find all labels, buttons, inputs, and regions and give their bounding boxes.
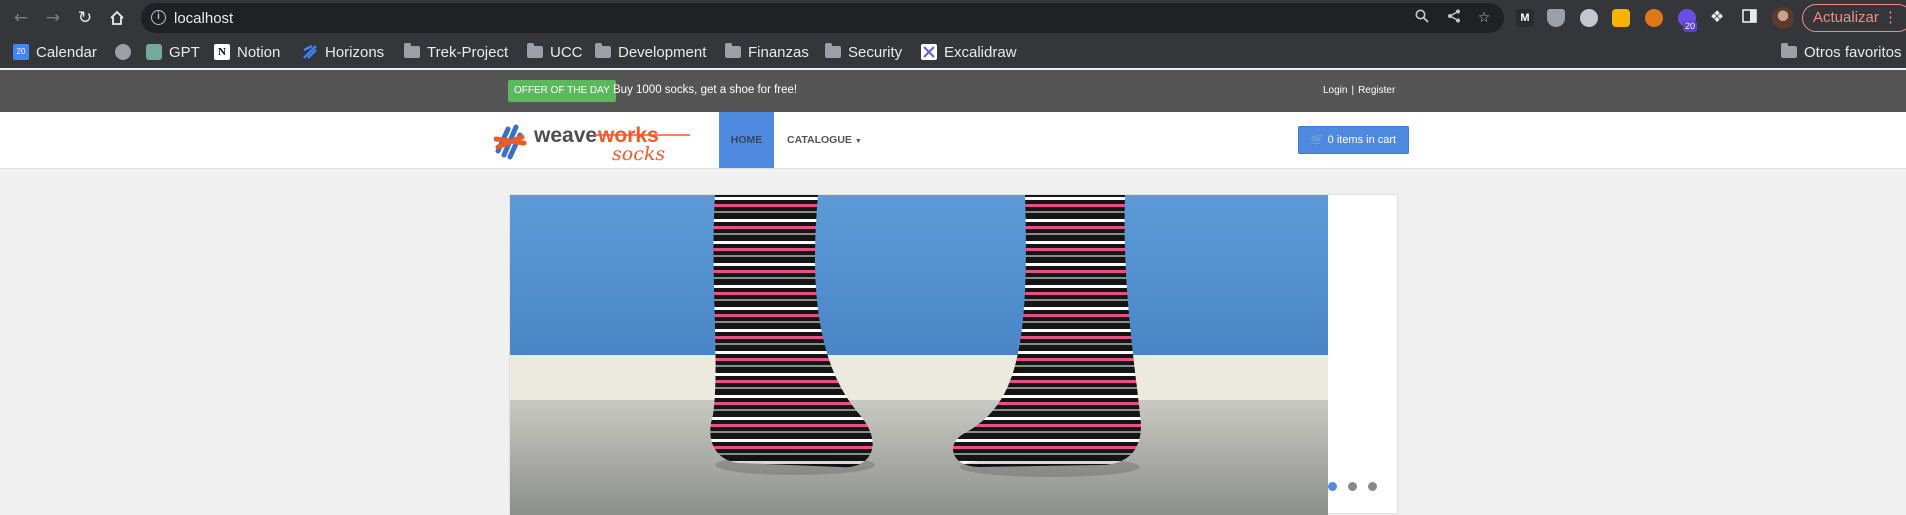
share-icon[interactable] bbox=[1445, 9, 1463, 27]
auth-separator: | bbox=[1351, 85, 1355, 96]
notion-icon: N bbox=[214, 44, 230, 60]
notes-icon[interactable] bbox=[1612, 9, 1630, 27]
address-bar[interactable]: i localhost ☆ bbox=[141, 3, 1504, 33]
cart-button[interactable]: 🛒 0 items in cart bbox=[1298, 126, 1409, 154]
folder-icon bbox=[725, 43, 741, 58]
offer-badge: OFFER OF THE DAY bbox=[508, 80, 616, 102]
bookmark-label: Calendar bbox=[36, 43, 97, 61]
browser-toolbar: ← → ↻ i localhost ☆ M 20 ❖ Actualizar ⋮ bbox=[0, 0, 1906, 36]
bookmark-label: Security bbox=[848, 43, 903, 61]
weaveworks-socks-logo[interactable]: weave works socks bbox=[493, 117, 694, 165]
update-label: Actualizar bbox=[1813, 9, 1879, 26]
mendeley-icon[interactable]: M bbox=[1516, 9, 1534, 27]
owl-icon[interactable] bbox=[1580, 9, 1598, 27]
weaveworks-mark-icon bbox=[493, 124, 527, 160]
site-info-icon[interactable]: i bbox=[151, 10, 166, 25]
bookmark-folder-finanzas[interactable]: Finanzas bbox=[725, 36, 809, 68]
bookmark-label: GPT bbox=[169, 43, 200, 61]
home-icon[interactable] bbox=[105, 6, 129, 30]
bookmark-label: Finanzas bbox=[748, 43, 809, 61]
carousel-dot-1[interactable] bbox=[1328, 482, 1337, 491]
bookmark-label: Excalidraw bbox=[944, 43, 1017, 61]
bookmark-other-favorites[interactable]: Otros favoritos bbox=[1781, 36, 1902, 68]
bookmark-label: UCC bbox=[550, 43, 583, 61]
folder-icon bbox=[825, 43, 841, 58]
bookmark-label: Otros favoritos bbox=[1804, 43, 1902, 61]
socks-hero-image bbox=[510, 195, 1328, 515]
bookmark-gpt[interactable]: GPT bbox=[146, 36, 200, 68]
globe-icon bbox=[115, 44, 131, 60]
bookmark-folder-trek[interactable]: Trek-Project bbox=[404, 36, 508, 68]
bookmark-notion[interactable]: N Notion bbox=[214, 36, 280, 68]
bookmarks-bar: 20 Calendar GPT N Notion Horizons Trek-P… bbox=[0, 36, 1906, 68]
bookmark-calendar[interactable]: 20 Calendar bbox=[13, 36, 97, 68]
bookmark-excalidraw[interactable]: Excalidraw bbox=[921, 36, 1017, 68]
cart-label: 0 items in cart bbox=[1327, 134, 1397, 146]
nav-catalogue-label: CATALOGUE bbox=[787, 134, 852, 146]
horizons-icon bbox=[302, 44, 318, 60]
carousel-dot-3[interactable] bbox=[1368, 482, 1377, 491]
carousel-dot-2[interactable] bbox=[1348, 482, 1357, 491]
cart-icon: 🛒 bbox=[1310, 133, 1325, 146]
bookmark-horizons[interactable]: Horizons bbox=[302, 36, 384, 68]
bookmark-label: Trek-Project bbox=[427, 43, 509, 61]
folder-icon bbox=[404, 43, 420, 58]
login-link[interactable]: Login bbox=[1323, 85, 1347, 96]
caret-down-icon: ▼ bbox=[854, 138, 862, 145]
bookmark-label: Development bbox=[618, 43, 707, 61]
reload-icon[interactable]: ↻ bbox=[73, 6, 97, 30]
back-arrow-icon[interactable]: ← bbox=[9, 6, 33, 30]
excalidraw-icon bbox=[921, 44, 937, 60]
metamask-fox-icon[interactable] bbox=[1645, 9, 1663, 27]
offer-text: Buy 1000 socks, get a shoe for free! bbox=[613, 84, 798, 96]
bookmark-folder-ucc[interactable]: UCC bbox=[527, 36, 583, 68]
register-link[interactable]: Register bbox=[1358, 85, 1395, 96]
bookmark-globe[interactable] bbox=[115, 36, 138, 68]
zoom-icon[interactable] bbox=[1413, 9, 1431, 27]
profile-avatar[interactable] bbox=[1772, 7, 1794, 29]
folder-icon bbox=[1781, 43, 1797, 58]
logo-weave: weave bbox=[533, 124, 597, 147]
site-navbar: weave works socks HOME CATALOGUE ▼ 🛒 0 i… bbox=[0, 112, 1906, 169]
update-button[interactable]: Actualizar ⋮ bbox=[1802, 4, 1906, 32]
extension-count-badge: 20 bbox=[1683, 21, 1698, 32]
calendar-icon: 20 bbox=[13, 44, 29, 60]
hero-carousel bbox=[509, 194, 1398, 515]
bookmark-folder-development[interactable]: Development bbox=[595, 36, 706, 68]
shield-icon[interactable] bbox=[1547, 9, 1565, 27]
address-url[interactable]: localhost bbox=[174, 10, 233, 27]
auth-links: Login | Register bbox=[1323, 85, 1395, 96]
nav-catalogue[interactable]: CATALOGUE ▼ bbox=[787, 112, 862, 168]
bookmark-label: Horizons bbox=[325, 43, 385, 61]
bookmark-star-icon[interactable]: ☆ bbox=[1475, 9, 1493, 27]
puzzle-extensions-icon[interactable]: ❖ bbox=[1708, 8, 1726, 26]
forward-arrow-icon[interactable]: → bbox=[41, 6, 65, 30]
bookmark-folder-security[interactable]: Security bbox=[825, 36, 902, 68]
openai-icon bbox=[146, 44, 162, 60]
bookmark-label: Notion bbox=[237, 43, 281, 61]
side-panel-icon[interactable] bbox=[1740, 9, 1758, 27]
offer-topbar: OFFER OF THE DAY Buy 1000 socks, get a s… bbox=[0, 70, 1906, 112]
nav-home[interactable]: HOME bbox=[719, 112, 774, 168]
folder-icon bbox=[527, 43, 543, 58]
logo-socks: socks bbox=[612, 143, 665, 165]
folder-icon bbox=[595, 43, 611, 58]
